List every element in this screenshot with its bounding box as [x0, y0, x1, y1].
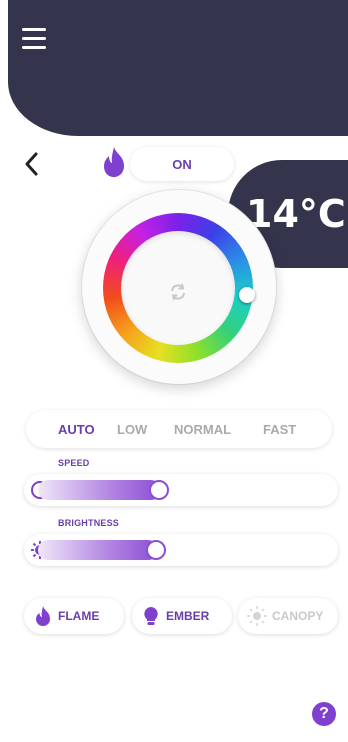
- sun-icon: [246, 605, 268, 627]
- mode-normal-button[interactable]: NORMAL: [174, 422, 231, 437]
- hamburger-menu-icon[interactable]: [22, 28, 46, 50]
- ember-effect-button[interactable]: EMBER: [132, 598, 232, 634]
- speed-slider-fill: [38, 480, 161, 500]
- temperature-value: 14°C: [246, 192, 346, 236]
- header-banner: [8, 0, 348, 136]
- speed-slider-thumb[interactable]: [149, 480, 169, 500]
- canopy-effect-button[interactable]: CANOPY: [238, 598, 338, 634]
- power-status-toggle[interactable]: ON: [130, 147, 234, 181]
- flame-effect-button[interactable]: FLAME: [24, 598, 124, 634]
- reset-refresh-icon[interactable]: [166, 280, 190, 304]
- brightness-label: BRIGHTNESS: [58, 518, 120, 528]
- mode-fast-button[interactable]: FAST: [263, 422, 296, 437]
- app-screen: ON 14°C AUTO LOW NORMAL FAST SPEED BRIGH…: [0, 0, 348, 742]
- brightness-slider-thumb[interactable]: [146, 540, 166, 560]
- bulb-icon: [140, 605, 162, 627]
- color-picker-handle[interactable]: [239, 287, 255, 303]
- power-status-label: ON: [172, 156, 192, 172]
- mode-selector: AUTO LOW NORMAL FAST: [26, 410, 332, 448]
- canopy-effect-label: CANOPY: [272, 609, 324, 623]
- brightness-slider-fill: [38, 540, 158, 560]
- flame-power-icon[interactable]: [98, 144, 130, 180]
- speed-label: SPEED: [58, 458, 90, 468]
- mode-low-button[interactable]: LOW: [117, 422, 147, 437]
- brightness-slider[interactable]: [24, 534, 338, 566]
- back-chevron-icon[interactable]: [22, 150, 42, 178]
- flame-effect-label: FLAME: [58, 609, 100, 623]
- help-icon[interactable]: ?: [312, 702, 336, 726]
- flame-icon: [32, 605, 54, 627]
- ember-effect-label: EMBER: [166, 609, 210, 623]
- speed-slider[interactable]: [24, 474, 338, 506]
- mode-auto-button[interactable]: AUTO: [58, 422, 95, 437]
